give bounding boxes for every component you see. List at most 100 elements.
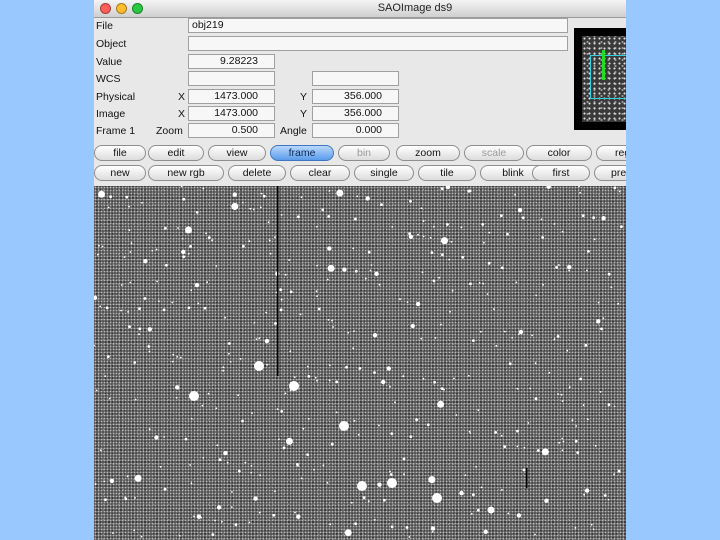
star xyxy=(582,404,585,407)
star xyxy=(260,192,263,195)
star xyxy=(215,407,218,410)
star xyxy=(599,391,602,393)
star xyxy=(190,289,193,292)
star xyxy=(373,371,376,374)
star xyxy=(405,526,409,529)
star xyxy=(455,414,458,416)
tile-frames-button[interactable]: tile xyxy=(418,165,476,181)
star xyxy=(590,523,593,526)
panner[interactable] xyxy=(574,28,626,130)
star xyxy=(241,419,244,423)
star xyxy=(516,445,519,448)
previous-frame-button[interactable]: pre xyxy=(594,165,626,181)
region-button[interactable]: reg xyxy=(596,145,626,161)
star xyxy=(536,449,540,452)
star xyxy=(517,208,523,213)
file-button[interactable]: file xyxy=(94,145,146,161)
star xyxy=(94,295,98,300)
star xyxy=(104,498,107,502)
object-field xyxy=(188,36,568,51)
star xyxy=(248,240,251,243)
star xyxy=(469,282,472,286)
star xyxy=(202,456,205,459)
star xyxy=(294,511,296,514)
star xyxy=(326,278,329,281)
star xyxy=(134,398,137,401)
scale-button[interactable]: scale xyxy=(464,145,524,161)
star xyxy=(527,422,530,424)
star xyxy=(464,474,467,476)
star xyxy=(316,295,318,297)
image-x-label: X xyxy=(178,108,186,120)
angle-field: 0.000 xyxy=(312,123,399,138)
star xyxy=(299,313,302,316)
star xyxy=(182,255,186,259)
star xyxy=(244,461,247,464)
star xyxy=(99,305,102,308)
physical-x-field: 1473.000 xyxy=(188,89,275,104)
star xyxy=(585,269,588,272)
star xyxy=(202,187,205,190)
star xyxy=(556,335,560,338)
star xyxy=(345,365,348,369)
star xyxy=(481,223,485,226)
delete-frame-button[interactable]: delete xyxy=(228,165,286,181)
star xyxy=(431,531,434,533)
frame-button[interactable]: frame xyxy=(270,145,334,161)
edit-button[interactable]: edit xyxy=(148,145,204,161)
object-label: Object xyxy=(96,38,127,50)
star xyxy=(200,516,202,519)
star xyxy=(94,344,95,347)
star xyxy=(172,353,175,356)
star xyxy=(105,306,109,310)
star xyxy=(571,419,574,422)
zoom-button[interactable]: zoom xyxy=(396,145,460,161)
star xyxy=(187,306,191,310)
star xyxy=(109,478,115,484)
star xyxy=(516,513,522,518)
star xyxy=(575,425,578,427)
star xyxy=(374,271,379,276)
star xyxy=(601,216,606,221)
zoom-label: Zoom xyxy=(156,125,183,137)
star xyxy=(607,498,610,501)
star xyxy=(342,267,347,272)
single-frame-button[interactable]: single xyxy=(354,165,414,181)
star xyxy=(182,197,186,201)
bright-star xyxy=(289,381,299,391)
star xyxy=(579,191,581,194)
star xyxy=(195,210,199,214)
star xyxy=(274,236,276,239)
star xyxy=(402,375,405,378)
star xyxy=(120,309,122,312)
bright-star xyxy=(339,421,349,431)
star xyxy=(328,364,331,367)
star xyxy=(374,519,376,521)
star xyxy=(378,424,380,427)
star xyxy=(446,223,449,226)
view-button[interactable]: view xyxy=(208,145,266,161)
clear-frame-button[interactable]: clear xyxy=(290,165,350,181)
new-rgb-button[interactable]: new rgb xyxy=(148,165,224,181)
star xyxy=(98,190,105,198)
bin-button[interactable]: bin xyxy=(338,145,390,161)
star xyxy=(336,189,344,197)
first-frame-button[interactable]: first xyxy=(532,165,590,181)
star xyxy=(438,276,440,279)
star xyxy=(302,427,305,430)
title-bar[interactable]: SAOImage ds9 xyxy=(94,0,626,18)
star xyxy=(560,393,563,396)
star xyxy=(594,444,597,447)
star xyxy=(433,225,435,228)
value-label: Value xyxy=(96,56,123,68)
star xyxy=(241,201,244,204)
color-button[interactable]: color xyxy=(526,145,592,161)
zoom-field: 0.500 xyxy=(188,123,275,138)
star xyxy=(127,311,129,313)
new-frame-button[interactable]: new xyxy=(94,165,146,181)
star xyxy=(223,450,228,456)
panner-view-box[interactable] xyxy=(590,55,626,99)
image-display[interactable] xyxy=(94,186,626,540)
star xyxy=(500,214,503,217)
star xyxy=(579,377,583,381)
